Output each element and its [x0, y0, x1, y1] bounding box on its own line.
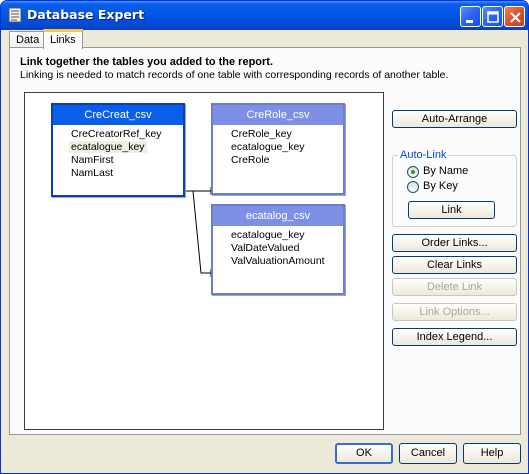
close-icon[interactable] — [504, 6, 525, 27]
delete-link-button[interactable]: Delete Link — [392, 278, 517, 296]
table-ecatalog-csv[interactable]: ecatalog_csv ecatalogue_key ValDateValue… — [211, 204, 345, 295]
clear-links-button[interactable]: Clear Links — [392, 256, 517, 274]
radio-selected-icon[interactable] — [407, 166, 419, 178]
table-header[interactable]: CreCreat_csv — [53, 105, 183, 125]
page-title: Link together the tables you added to th… — [20, 56, 274, 68]
table-crerole-csv[interactable]: CreRole_csv CreRole_key ecatalogue_key C… — [211, 103, 345, 195]
index-legend-button[interactable]: Index Legend... — [392, 328, 517, 346]
link-button[interactable]: Link — [408, 201, 495, 219]
order-links-button[interactable]: Order Links... — [392, 234, 517, 252]
table-field[interactable]: CreRole — [213, 154, 343, 167]
auto-arrange-button[interactable]: Auto-Arrange — [392, 110, 517, 128]
window-title: Database Expert — [27, 7, 145, 22]
table-header[interactable]: CreRole_csv — [213, 105, 343, 125]
table-field[interactable]: ecatalogue_key — [53, 141, 183, 154]
tab-links[interactable]: Links — [43, 29, 83, 49]
table-field[interactable]: NamFirst — [53, 154, 183, 167]
title-bar[interactable]: Database Expert — [1, 1, 528, 30]
table-field[interactable]: ecatalogue_key — [213, 141, 343, 154]
cancel-button[interactable]: Cancel — [399, 443, 457, 464]
table-field[interactable]: ecatalogue_key — [213, 229, 343, 242]
links-panel: Link together the tables you added to th… — [9, 47, 521, 435]
table-field[interactable]: NamLast — [53, 167, 183, 180]
auto-link-label: Auto-Link — [398, 149, 449, 161]
dialog-client: Data Links Link together the tables you … — [5, 29, 524, 471]
radio-icon[interactable] — [407, 181, 419, 193]
help-button[interactable]: Help — [463, 443, 521, 464]
ok-button[interactable]: OK — [335, 443, 393, 464]
table-field[interactable]: ValValuationAmount — [213, 255, 343, 268]
table-header[interactable]: ecatalog_csv — [213, 206, 343, 226]
table-field[interactable]: CreCreatorRef_key — [53, 128, 183, 141]
table-crecreat-csv[interactable]: CreCreat_csv CreCreatorRef_key ecatalogu… — [51, 103, 185, 197]
database-expert-window: Database Expert Data Links Link together… — [0, 0, 529, 474]
link-options-button[interactable]: Link Options... — [392, 303, 517, 321]
table-field[interactable]: CreRole_key — [213, 128, 343, 141]
auto-link-group: Auto-Link By Name By Key Link — [392, 149, 517, 227]
tab-data[interactable]: Data — [9, 31, 47, 48]
minimize-icon[interactable] — [460, 6, 481, 27]
page-subtitle: Linking is needed to match records of on… — [20, 69, 449, 81]
maximize-icon[interactable] — [482, 6, 503, 27]
database-expert-icon — [8, 7, 22, 23]
table-field[interactable]: ValDateValued — [213, 242, 343, 255]
link-canvas[interactable]: CreCreat_csv CreCreatorRef_key ecatalogu… — [24, 92, 384, 430]
